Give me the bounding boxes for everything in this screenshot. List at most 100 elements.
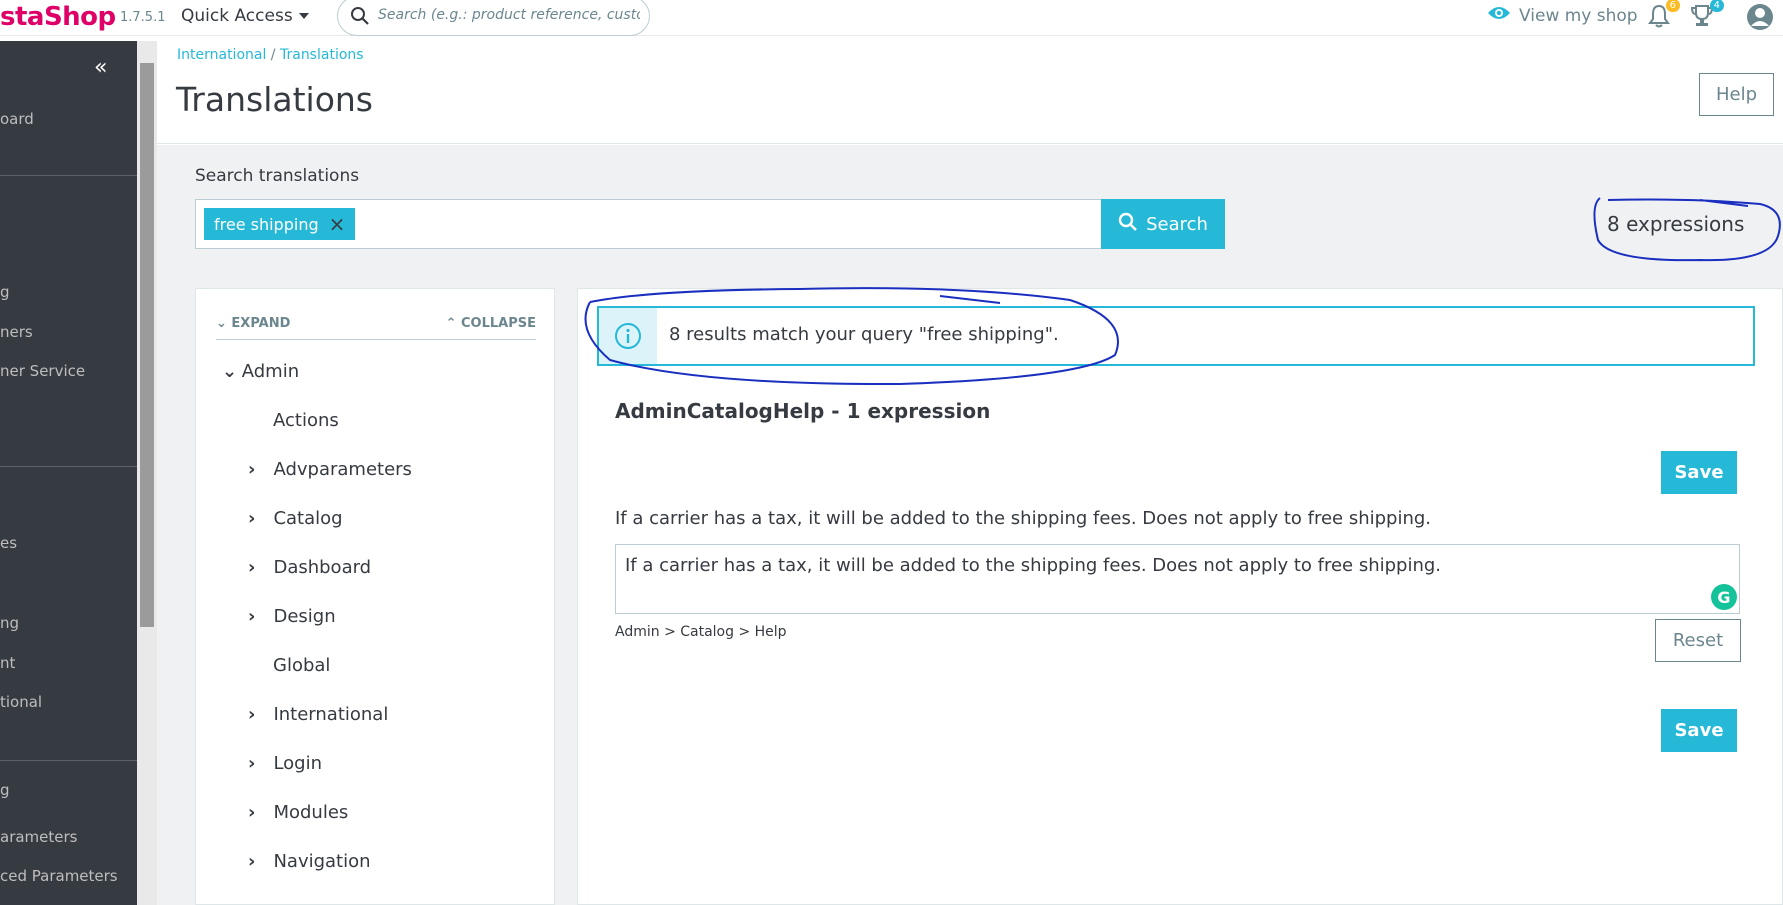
content-header: International / Translations Translation… [157, 37, 1783, 144]
breadcrumb-international[interactable]: International [177, 47, 266, 63]
tree-node-catalog[interactable]: › Catalog [248, 508, 343, 529]
sidebar-item-international[interactable]: tional [0, 693, 42, 711]
tree-node-advparameters[interactable]: › Advparameters [248, 459, 412, 480]
chevron-right-icon: › [248, 851, 256, 872]
tree-node-label: International [273, 704, 389, 725]
tree-node-international[interactable]: › International [248, 704, 388, 725]
tree-node-actions[interactable]: Actions [273, 410, 339, 431]
trophy-icon [1690, 5, 1714, 32]
trophy-badge: 4 [1709, 0, 1724, 12]
collapse-sidebar-icon[interactable]: « [94, 55, 107, 80]
sidebar-divider [0, 760, 137, 761]
grammarly-icon[interactable]: G [1711, 584, 1737, 610]
original-text: If a carrier has a tax, it will be added… [615, 508, 1432, 529]
tree-node-label: Dashboard [273, 557, 372, 578]
chevron-right-icon: › [248, 606, 256, 627]
expand-label: EXPAND [231, 316, 291, 331]
tree-node-dashboard[interactable]: › Dashboard [248, 557, 371, 578]
collapse-all-button[interactable]: ⌃ COLLAPSE [446, 316, 536, 331]
expand-all-button[interactable]: ⌄ EXPAND [216, 316, 290, 331]
search-button-label: Search [1146, 213, 1208, 235]
sidebar-item-shop-parameters[interactable]: arameters [0, 828, 77, 846]
tree-node-label: Catalog [273, 508, 343, 529]
help-button[interactable]: Help [1699, 73, 1774, 116]
alert-message: 8 results match your query "free shippin… [669, 324, 1059, 345]
info-icon [599, 308, 657, 364]
search-icon [1118, 212, 1138, 237]
translation-path: Admin > Catalog > Help [615, 624, 787, 640]
remove-tag-icon[interactable]: × [329, 212, 346, 236]
search-button[interactable]: Search [1101, 199, 1225, 249]
sidebar-item-configure[interactable]: g [0, 781, 10, 799]
eye-icon [1487, 5, 1511, 26]
global-search [337, 0, 650, 36]
sidebar-item-shipping[interactable]: ng [0, 614, 19, 632]
page-title: Translations [176, 80, 374, 119]
sidebar-item-advanced-parameters[interactable]: ced Parameters [0, 867, 118, 885]
logo[interactable]: staShop [0, 2, 116, 32]
tree-node-label: Navigation [273, 851, 371, 872]
save-button-bottom[interactable]: Save [1661, 709, 1737, 752]
tree-node-modules[interactable]: › Modules [248, 802, 348, 823]
main-content: Search translations free shipping × Sear… [157, 145, 1783, 905]
tree-node-label: Login [273, 753, 323, 774]
tree-node-label: Admin [241, 361, 300, 382]
sidebar-item-catalog[interactable]: g [0, 283, 10, 301]
tree-node-navigation[interactable]: › Navigation [248, 851, 371, 872]
tree-node-label: Modules [273, 802, 349, 823]
notifications-button[interactable]: 6 [1648, 0, 1680, 32]
chevron-right-icon: › [248, 459, 256, 480]
expressions-count: 8 expressions [1607, 212, 1745, 236]
chevron-right-icon: › [248, 753, 256, 774]
version-label: 1.7.5.1 [120, 10, 166, 25]
tree-controls: ⌄ EXPAND ⌃ COLLAPSE [216, 316, 536, 340]
domain-title: AdminCatalogHelp - 1 expression [615, 399, 991, 423]
tree-node-design[interactable]: › Design [248, 606, 336, 627]
breadcrumb-separator: / [266, 47, 280, 63]
tree-node-login[interactable]: › Login [248, 753, 322, 774]
sidebar-item-customer-service[interactable]: ner Service [0, 362, 85, 380]
sidebar-item-customers[interactable]: ners [0, 323, 33, 341]
chevron-down-icon: ⌄ [222, 361, 238, 382]
search-translations-input[interactable]: free shipping × [195, 199, 1102, 249]
employee-avatar-button[interactable] [1746, 3, 1774, 35]
translation-results: 8 results match your query "free shippin… [577, 288, 1783, 905]
tree-node-global[interactable]: Global [273, 655, 330, 676]
reset-button[interactable]: Reset [1655, 619, 1741, 662]
breadcrumb: International / Translations [177, 47, 364, 63]
save-button-top[interactable]: Save [1661, 451, 1737, 494]
quick-access-menu[interactable]: Quick Access [181, 6, 309, 26]
sidebar-item-payment[interactable]: nt [0, 654, 15, 672]
view-my-shop-link[interactable]: View my shop [1487, 5, 1638, 26]
collapse-label: COLLAPSE [461, 316, 536, 331]
chevron-up-icon: ⌃ [445, 316, 461, 331]
trophy-button[interactable]: 4 [1690, 0, 1724, 32]
top-header: staShop 1.7.5.1 Quick Access View my sho… [0, 0, 1783, 36]
user-icon [1746, 4, 1774, 35]
translation-tree: ⌄ EXPAND ⌃ COLLAPSE ⌄ Admin Actions › Ad… [195, 288, 555, 905]
sidebar-divider [0, 466, 137, 467]
scrollbar-thumb[interactable] [140, 63, 154, 627]
view-my-shop-label: View my shop [1519, 5, 1638, 26]
search-translations-label: Search translations [195, 166, 360, 186]
search-tag: free shipping × [204, 208, 356, 240]
chevron-right-icon: › [248, 704, 256, 725]
caret-down-icon [298, 13, 309, 19]
sidebar: « oard g ners ner Service es ng nt tiona… [0, 41, 137, 905]
tree-node-label: Design [273, 606, 336, 627]
global-search-input[interactable] [378, 4, 640, 26]
breadcrumb-translations[interactable]: Translations [280, 47, 364, 63]
bell-icon [1648, 4, 1670, 32]
notifications-badge: 6 [1665, 0, 1680, 12]
translation-textarea[interactable]: If a carrier has a tax, it will be added… [615, 544, 1740, 614]
search-icon[interactable] [350, 6, 370, 30]
sidebar-item-modules[interactable]: es [0, 534, 17, 552]
sidebar-divider [0, 175, 137, 176]
sidebar-scrollbar[interactable] [137, 41, 157, 905]
tree-node-label: Advparameters [273, 459, 412, 480]
sidebar-item-dashboard[interactable]: oard [0, 110, 34, 128]
search-tag-label: free shipping [214, 214, 319, 234]
tree-node-admin[interactable]: ⌄ Admin [222, 361, 299, 382]
quick-access-label: Quick Access [181, 6, 293, 26]
info-alert: 8 results match your query "free shippin… [597, 306, 1755, 366]
